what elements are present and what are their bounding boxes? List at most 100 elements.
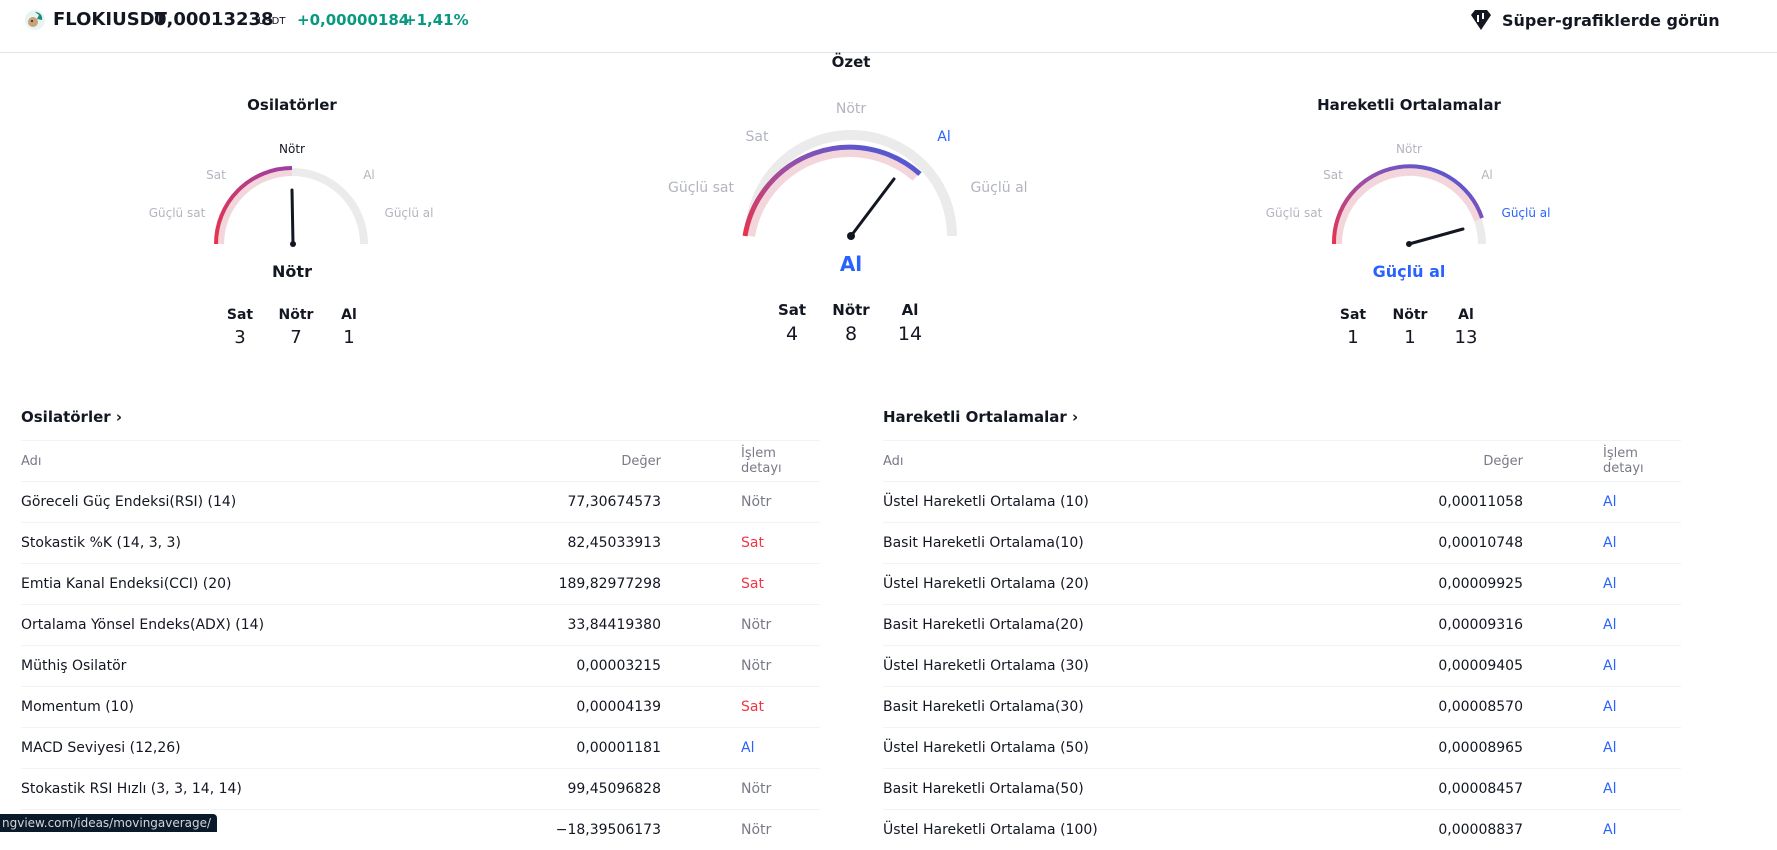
price-change-percent: +1,41% (404, 11, 469, 29)
symbol-header: FLOKIUSDT 0,00013238 USDT +0,00000184 +1… (0, 0, 1777, 53)
ma-count-buy-value: 13 (1455, 327, 1478, 348)
osc-count-neutral-label: Nötr (279, 307, 314, 323)
ma-gauge-pivot (1406, 241, 1412, 247)
table-row: Basit Hareketli Ortalama(20)0,00009316Al (883, 605, 1681, 646)
indicator-name[interactable]: Basit Hareketli Ortalama(10) (883, 523, 1283, 564)
summary-result: Al (840, 252, 862, 276)
indicator-name[interactable]: Üstel Hareketli Ortalama (10) (883, 482, 1283, 523)
indicator-value: 0,00004139 (421, 687, 661, 728)
indicator-value: 0,00008457 (1283, 769, 1523, 810)
indicator-name[interactable]: Basit Hareketli Ortalama(50) (883, 769, 1283, 810)
sum-count-buy-value: 14 (898, 323, 922, 345)
table-row: Stokastik %K (14, 3, 3)82,45033913Sat (21, 523, 820, 564)
ma-gauge-needle (1409, 229, 1463, 244)
osc-label-neutral: Nötr (279, 142, 305, 156)
ma-count-sell-label: Sat (1340, 307, 1366, 323)
sum-count-neutral-value: 8 (832, 323, 869, 345)
ma-count-sell: Sat 1 (1340, 307, 1366, 348)
sum-label-strong-sell: Güçlü sat (668, 180, 734, 196)
indicator-action: Al (1523, 769, 1681, 810)
oscillators-gauge-pivot (290, 241, 296, 247)
diamond-chart-icon (1468, 9, 1494, 31)
ma-label-strong-buy: Güçlü al (1502, 206, 1551, 220)
ma-count-neutral-label: Nötr (1393, 307, 1428, 323)
indicator-name[interactable]: Müthiş Osilatör (21, 646, 421, 687)
indicator-name[interactable]: Stokastik RSI Hızlı (3, 3, 14, 14) (21, 769, 421, 810)
table-row: Göreceli Güç Endeksi(RSI) (14)77,3067457… (21, 482, 820, 523)
table-row: Üstel Hareketli Ortalama (100)0,00008837… (883, 810, 1681, 850)
symbol-name[interactable]: FLOKIUSDT (53, 9, 167, 30)
oscillators-section-link[interactable]: Osilatörler › (21, 408, 122, 426)
indicator-name[interactable]: Üstel Hareketli Ortalama (50) (883, 728, 1283, 769)
table-row: Müthiş Osilatör0,00003215Nötr (21, 646, 820, 687)
sum-count-neutral: Nötr8 (832, 301, 869, 345)
indicator-name[interactable]: MACD Seviyesi (12,26) (21, 728, 421, 769)
indicator-name[interactable]: Basit Hareketli Ortalama(30) (883, 687, 1283, 728)
indicator-action: Sat (661, 564, 820, 605)
sum-label-neutral: Nötr (836, 101, 866, 117)
indicator-name[interactable]: Üstel Hareketli Ortalama (100) (883, 810, 1283, 850)
table-header-row: Adı Değer İşlem detayı (883, 441, 1681, 482)
ma-gauge-fill (1334, 166, 1482, 244)
indicator-name[interactable]: Göreceli Güç Endeksi(RSI) (14) (21, 482, 421, 523)
ma-count-sell-value: 1 (1340, 327, 1366, 348)
ma-count-neutral: Nötr 1 (1393, 307, 1428, 348)
indicator-action: Sat (661, 687, 820, 728)
osc-count-buy-label: Al (341, 307, 357, 323)
indicator-value: −18,39506173 (421, 810, 661, 850)
ma-gauge-title: Hareketli Ortalamalar (1317, 96, 1501, 114)
indicator-name[interactable]: Üstel Hareketli Ortalama (30) (883, 646, 1283, 687)
indicator-value: 0,00009925 (1283, 564, 1523, 605)
table-header-row: Adı Değer İşlem detayı (21, 441, 820, 482)
oscillators-result: Nötr (272, 262, 312, 281)
osc-count-sell-label: Sat (227, 307, 253, 323)
indicator-name[interactable]: Ortalama Yönsel Endeks(ADX) (14) (21, 605, 421, 646)
osc-count-buy: Al 1 (341, 307, 357, 348)
oscillators-table-body: Göreceli Güç Endeksi(RSI) (14)77,3067457… (21, 482, 820, 850)
table-row: Momentum (10)0,00004139Sat (21, 687, 820, 728)
osc-count-sell-value: 3 (227, 327, 253, 348)
indicator-value: 82,45033913 (421, 523, 661, 564)
ma-count-neutral-value: 1 (1393, 327, 1428, 348)
ma-section-link[interactable]: Hareketli Ortalamalar › (883, 408, 1078, 426)
table-row: Üstel Hareketli Ortalama (10)0,00011058A… (883, 482, 1681, 523)
col-header-value: Değer (1283, 441, 1523, 482)
oscillators-gauge-title: Osilatörler (247, 96, 337, 114)
indicator-name[interactable]: Stokastik %K (14, 3, 3) (21, 523, 421, 564)
indicator-action: Al (1523, 810, 1681, 850)
indicator-name[interactable]: Üstel Hareketli Ortalama (20) (883, 564, 1283, 605)
super-charts-button[interactable]: Süper-grafiklerde görün (1468, 9, 1720, 31)
sum-count-sell-label: Sat (778, 301, 806, 319)
ma-count-buy: Al13 (1455, 307, 1478, 348)
sum-count-buy-label: Al (898, 301, 922, 319)
table-row: Üstel Hareketli Ortalama (30)0,00009405A… (883, 646, 1681, 687)
indicator-value: 0,00008965 (1283, 728, 1523, 769)
ma-label-strong-sell: Güçlü sat (1266, 206, 1323, 220)
ma-gauge (1325, 158, 1495, 253)
summary-gauge (735, 121, 967, 245)
price-change: +0,00000184 (297, 11, 409, 29)
oscillators-gauge-needle (292, 190, 293, 244)
indicator-value: 33,84419380 (421, 605, 661, 646)
summary-gauge-title: Özet (832, 53, 871, 71)
indicator-value: 189,82977298 (421, 564, 661, 605)
table-row: Emtia Kanal Endeksi(CCI) (20)189,8297729… (21, 564, 820, 605)
indicator-name[interactable]: Basit Hareketli Ortalama(20) (883, 605, 1283, 646)
summary-gauge-pivot (847, 232, 855, 240)
indicator-name[interactable]: Momentum (10) (21, 687, 421, 728)
osc-label-strong-sell: Güçlü sat (149, 206, 206, 220)
chevron-right-icon: › (116, 408, 122, 426)
indicator-action: Nötr (661, 646, 820, 687)
indicator-value: 0,00008570 (1283, 687, 1523, 728)
table-row: Basit Hareketli Ortalama(30)0,00008570Al (883, 687, 1681, 728)
table-row: Stokastik RSI Hızlı (3, 3, 14, 14)99,450… (21, 769, 820, 810)
indicator-value: 0,00008837 (1283, 810, 1523, 850)
table-row: Basit Hareketli Ortalama(50)0,00008457Al (883, 769, 1681, 810)
sum-count-sell-value: 4 (778, 323, 806, 345)
oscillators-gauge (207, 158, 377, 253)
indicator-name[interactable]: Emtia Kanal Endeksi(CCI) (20) (21, 564, 421, 605)
sum-label-buy: Al (937, 129, 950, 145)
sum-label-sell: Sat (746, 129, 769, 145)
osc-count-neutral: Nötr7 (279, 307, 314, 348)
osc-count-buy-value: 1 (341, 327, 357, 348)
